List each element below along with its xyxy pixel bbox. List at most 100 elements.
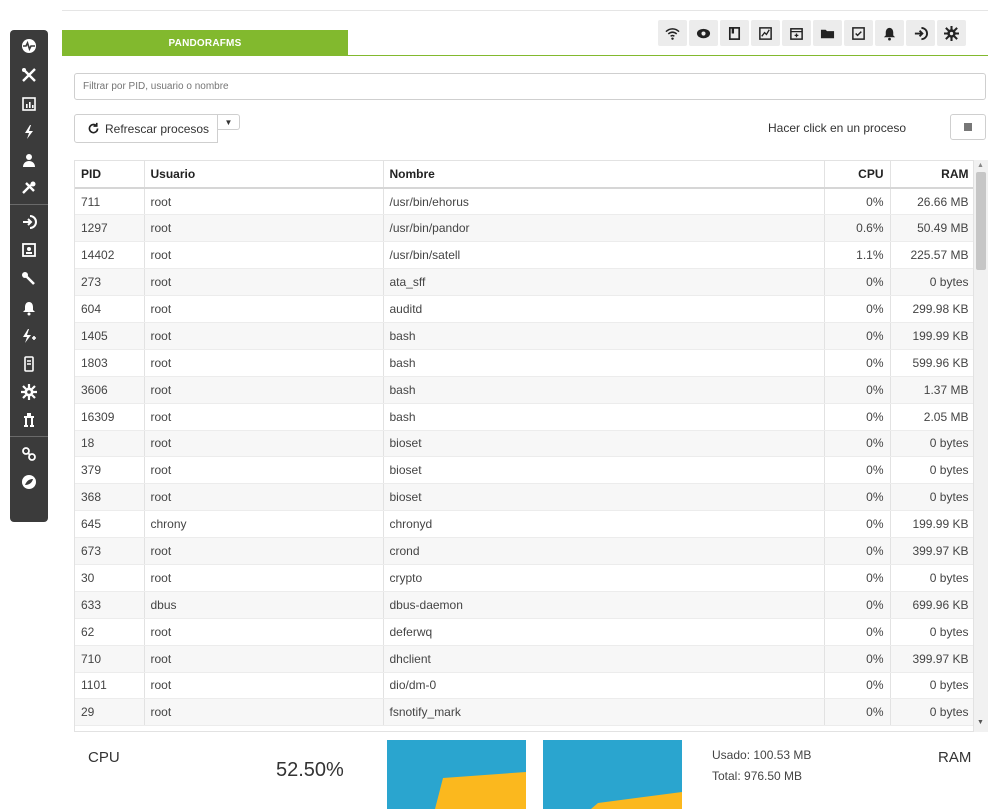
cpu-gauge: [387, 740, 526, 809]
lightning-plus-icon[interactable]: [10, 323, 48, 349]
cell-name: bioset: [383, 456, 825, 485]
wifi-icon[interactable]: [658, 20, 687, 46]
table-row[interactable]: 710 root dhclient 0% 399.97 KB: [75, 645, 973, 673]
cell-pid: 14402: [75, 241, 145, 270]
table-row[interactable]: 273 root ata_sff 0% 0 bytes: [75, 268, 973, 297]
cell-pid: 30: [75, 564, 145, 592]
cell-cpu: 0%: [824, 376, 891, 404]
column-header-user[interactable]: Usuario: [144, 161, 384, 189]
cell-cpu: 0%: [824, 268, 891, 297]
folder-icon[interactable]: [813, 20, 842, 46]
logout-icon[interactable]: [10, 209, 48, 235]
column-header-ram[interactable]: RAM: [890, 161, 973, 189]
tools-cross-icon[interactable]: [10, 62, 48, 88]
cell-name: bash: [383, 349, 825, 377]
cell-cpu: 0%: [824, 672, 891, 700]
cell-cpu: 0%: [824, 483, 891, 512]
table-row[interactable]: 14402 root/usr/bin/satell 1.1% 225.57 MB: [75, 241, 973, 270]
table-scrollbar-thumb[interactable]: [976, 172, 986, 270]
logout-icon[interactable]: [906, 20, 935, 46]
tab-pandorafms[interactable]: PANDORAFMS: [62, 30, 348, 56]
cell-name: crond: [383, 537, 825, 565]
column-header-cpu[interactable]: CPU: [824, 161, 891, 189]
cell-name: ata_sff: [383, 268, 825, 297]
cell-name: deferwq: [383, 618, 825, 646]
cell-name: bioset: [383, 483, 825, 512]
table-row[interactable]: 3606 root bash 0% 1.37 MB: [75, 376, 973, 404]
cell-cpu: 0%: [824, 510, 891, 539]
table-row[interactable]: 1405 root bash 0% 199.99 KB: [75, 322, 973, 350]
table-row[interactable]: 1297 root/usr/bin/pandor 0.6% 50.49 MB: [75, 214, 973, 243]
gear-icon[interactable]: [10, 379, 48, 405]
cell-pid: 1405: [75, 322, 145, 350]
table-row[interactable]: 1101 root dio/dm-0 0% 0 bytes: [75, 672, 973, 700]
table-row[interactable]: 645 chrony chronyd 0% 199.99 KB: [75, 510, 973, 539]
bar-chart-icon[interactable]: [10, 91, 48, 117]
network-icon[interactable]: [10, 407, 48, 433]
cell-ram: 0 bytes: [890, 672, 973, 700]
refresh-processes-button[interactable]: Refrescar procesos: [74, 114, 218, 143]
cell-ram: 225.57 MB: [890, 241, 973, 270]
stop-button[interactable]: [950, 114, 986, 140]
cell-name: auditd: [383, 295, 825, 323]
cell-pid: 16309: [75, 403, 145, 431]
cell-cpu: 0%: [824, 188, 891, 216]
cell-user: root: [144, 322, 384, 350]
scroll-down-arrow-icon[interactable]: ▼: [977, 719, 984, 726]
column-header-pid[interactable]: PID: [75, 161, 145, 189]
cell-pid: 710: [75, 645, 145, 673]
table-row[interactable]: 30 root crypto 0% 0 bytes: [75, 564, 973, 592]
table-row[interactable]: 633 dbus dbus-daemon 0% 699.96 KB: [75, 591, 973, 619]
cell-ram: 399.97 KB: [890, 645, 973, 673]
table-row[interactable]: 673 root crond 0% 399.97 KB: [75, 537, 973, 565]
contact-card-icon[interactable]: [10, 237, 48, 263]
user-icon[interactable]: [10, 147, 48, 173]
lightning-icon[interactable]: [10, 119, 48, 145]
cell-ram: 0 bytes: [890, 698, 973, 727]
process-filter-input[interactable]: [74, 73, 986, 100]
server-icon[interactable]: [10, 351, 48, 377]
pulse-icon[interactable]: [10, 33, 48, 59]
checklist-icon[interactable]: [844, 20, 873, 46]
table-row[interactable]: 711 root/usr/bin/ehorus 0% 26.66 MB: [75, 188, 973, 216]
cell-ram: 1.37 MB: [890, 376, 973, 404]
table-row[interactable]: 379 root bioset 0% 0 bytes: [75, 456, 973, 485]
table-row[interactable]: 62 root deferwq 0% 0 bytes: [75, 618, 973, 646]
bell-icon[interactable]: [875, 20, 904, 46]
cell-name: dio/dm-0: [383, 672, 825, 700]
wrench-icon[interactable]: [10, 266, 48, 292]
cell-cpu: 0%: [824, 349, 891, 377]
bookmark-icon[interactable]: [720, 20, 749, 46]
cell-ram: 26.66 MB: [890, 188, 973, 216]
refresh-options-dropdown[interactable]: ▼: [218, 114, 240, 130]
eye-icon[interactable]: [689, 20, 718, 46]
cell-user: dbus: [144, 591, 384, 619]
cell-ram: 299.98 KB: [890, 295, 973, 323]
circle-logo-icon[interactable]: [10, 469, 48, 495]
cell-ram: 0 bytes: [890, 430, 973, 458]
cell-cpu: 0%: [824, 645, 891, 673]
table-row[interactable]: 16309 root bash 0% 2.05 MB: [75, 403, 973, 431]
stop-icon: [964, 123, 972, 131]
table-row[interactable]: 368 root bioset 0% 0 bytes: [75, 483, 973, 512]
gear-icon[interactable]: [937, 20, 966, 46]
cell-ram: 0 bytes: [890, 564, 973, 592]
scroll-up-arrow-icon[interactable]: ▲: [977, 162, 984, 169]
link-icon[interactable]: [10, 441, 48, 467]
sidebar-divider: [10, 436, 48, 437]
table-row[interactable]: 29 root fsnotify_mark 0% 0 bytes: [75, 698, 973, 727]
cell-name: /usr/bin/satell: [383, 241, 825, 270]
ram-gauge: [543, 740, 682, 809]
table-row[interactable]: 18 root bioset 0% 0 bytes: [75, 430, 973, 458]
wrench-screwdriver-icon[interactable]: [10, 175, 48, 201]
column-header-name[interactable]: Nombre: [383, 161, 825, 189]
table-row[interactable]: 604 root auditd 0% 299.98 KB: [75, 295, 973, 323]
bell-icon[interactable]: [10, 295, 48, 321]
cell-pid: 673: [75, 537, 145, 565]
refresh-processes-label: Refrescar procesos: [105, 121, 210, 136]
calendar-icon[interactable]: [782, 20, 811, 46]
cell-user: root: [144, 645, 384, 673]
chart-icon[interactable]: [751, 20, 780, 46]
cell-name: bash: [383, 322, 825, 350]
table-row[interactable]: 1803 root bash 0% 599.96 KB: [75, 349, 973, 377]
